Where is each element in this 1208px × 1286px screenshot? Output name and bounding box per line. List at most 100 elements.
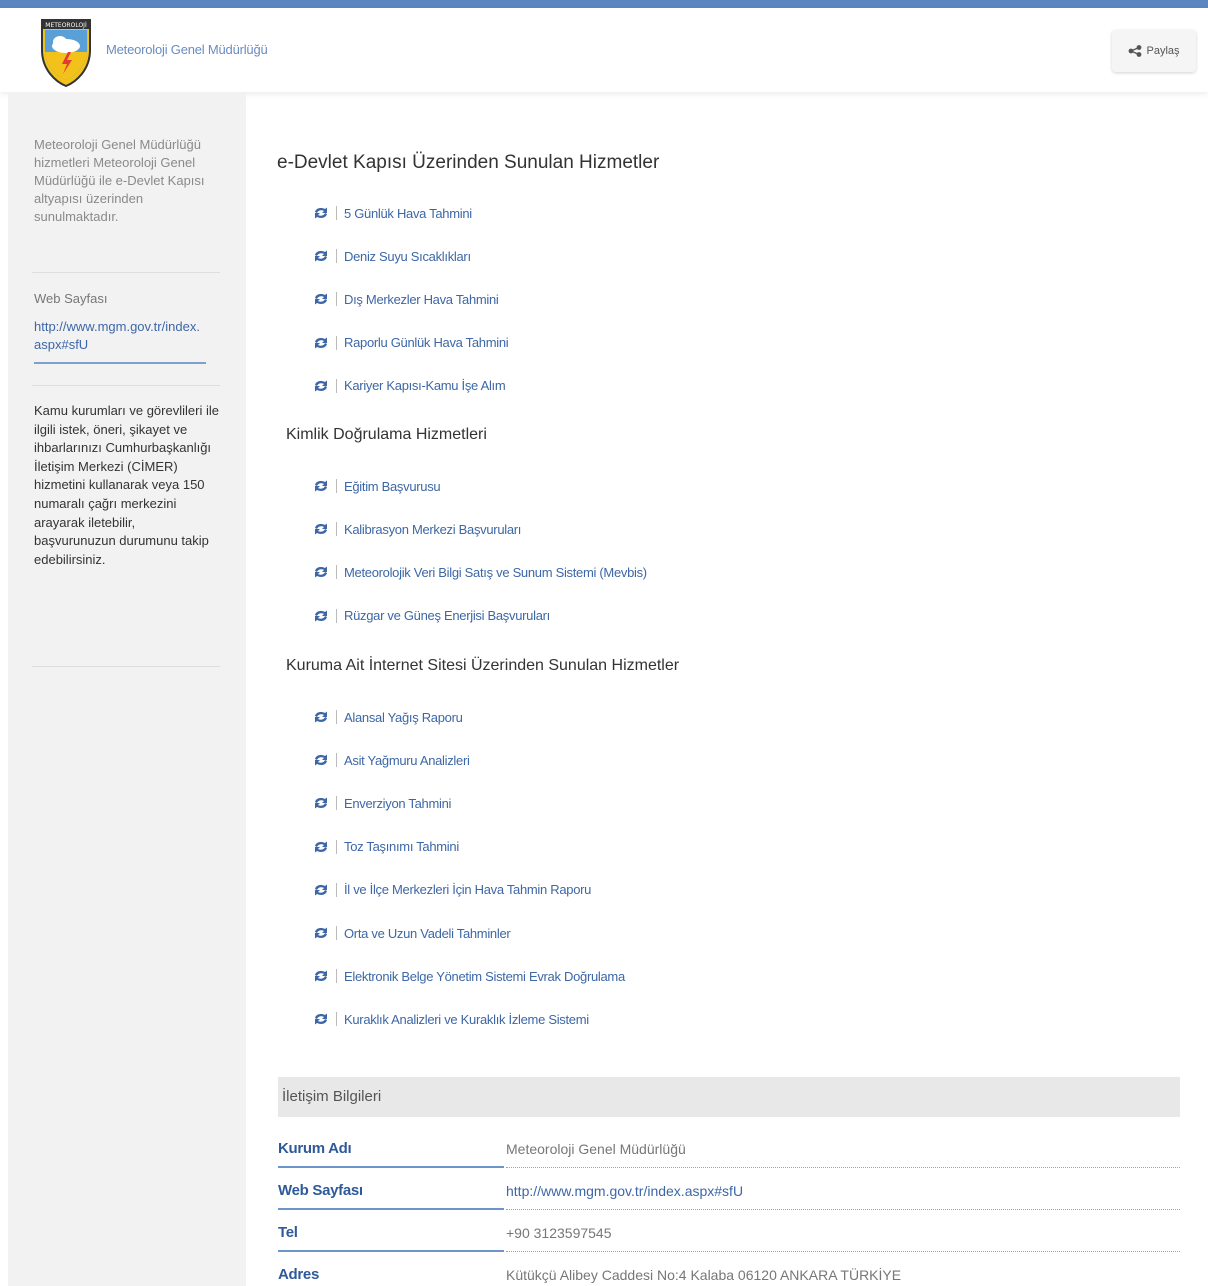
- section-title-kurum: Kuruma Ait İnternet Sitesi Üzerinden Sun…: [286, 657, 680, 674]
- refresh-icon: [312, 609, 330, 623]
- sidebar-divider: [32, 385, 220, 386]
- contact-key: Kurum Adı: [278, 1132, 504, 1168]
- sidebar-web-underline: [34, 362, 206, 364]
- refresh-icon: [312, 969, 330, 983]
- refresh-icon: [312, 379, 330, 393]
- contact-header: İletişim Bilgileri: [278, 1077, 1180, 1117]
- service-label: Rüzgar ve Güneş Enerjisi Başvuruları: [344, 608, 550, 624]
- service-link[interactable]: İl ve İlçe Merkezleri İçin Hava Tahmin R…: [312, 879, 591, 901]
- service-label: Enverziyon Tahmini: [344, 795, 452, 811]
- service-label: Alansal Yağış Raporu: [344, 709, 463, 725]
- main-content: e-Devlet Kapısı Üzerinden Sunulan Hizmet…: [246, 92, 1208, 1286]
- refresh-icon: [312, 1012, 330, 1026]
- contact-web-link[interactable]: http://www.mgm.gov.tr/index.aspx#sfU: [506, 1174, 1180, 1210]
- share-button[interactable]: Paylaş: [1112, 30, 1196, 72]
- service-link[interactable]: Eğitim Başvurusu: [312, 475, 441, 497]
- section-title-kimlik: Kimlik Doğrulama Hizmetleri: [286, 426, 487, 443]
- service-label: Dış Merkezler Hava Tahmini: [344, 291, 499, 307]
- sidebar-web-link[interactable]: http://www.mgm.gov.tr/index.aspx#sfU: [34, 318, 206, 354]
- service-label: Raporlu Günlük Hava Tahmini: [344, 335, 509, 351]
- service-label: Kuraklık Analizleri ve Kuraklık İzleme S…: [344, 1011, 589, 1027]
- separator: [336, 206, 337, 220]
- service-link[interactable]: Kuraklık Analizleri ve Kuraklık İzleme S…: [312, 1008, 589, 1030]
- separator: [336, 969, 337, 984]
- service-link[interactable]: Dış Merkezler Hava Tahmini: [312, 288, 499, 310]
- service-label: Meteorolojik Veri Bilgi Satış ve Sunum S…: [344, 564, 647, 580]
- separator: [336, 479, 337, 493]
- sidebar-cimer-info: Kamu kurumları ve görevlileri ile ilgili…: [34, 403, 219, 567]
- refresh-icon: [312, 926, 330, 940]
- service-label: Elektronik Belge Yönetim Sistemi Evrak D…: [344, 968, 625, 984]
- separator: [336, 882, 337, 897]
- share-label: Paylaş: [1146, 45, 1180, 57]
- service-link[interactable]: Meteorolojik Veri Bilgi Satış ve Sunum S…: [312, 561, 647, 583]
- service-link[interactable]: Orta ve Uzun Vadeli Tahminler: [312, 922, 511, 944]
- separator: [336, 249, 337, 264]
- sidebar-divider: [32, 666, 220, 667]
- service-link[interactable]: Alansal Yağış Raporu: [312, 706, 463, 728]
- contact-value: Meteoroloji Genel Müdürlüğü: [506, 1132, 1180, 1168]
- separator: [336, 292, 337, 307]
- refresh-icon: [312, 753, 330, 767]
- refresh-icon: [312, 710, 330, 724]
- contact-row: Web Sayfası http://www.mgm.gov.tr/index.…: [278, 1174, 1180, 1210]
- page-header: METEOROLOJİ Meteoroloji Genel Müdürlüğü …: [0, 8, 1208, 92]
- service-label: Kalibrasyon Merkezi Başvuruları: [344, 521, 522, 537]
- mgm-logo[interactable]: METEOROLOJİ: [38, 16, 94, 88]
- refresh-icon: [312, 565, 330, 579]
- service-label: Toz Taşınımı Tahmini: [344, 839, 459, 855]
- refresh-icon: [312, 479, 330, 493]
- separator: [336, 753, 337, 768]
- refresh-icon: [312, 522, 330, 536]
- sidebar-intro: Meteoroloji Genel Müdürlüğü hizmetleri M…: [34, 137, 205, 224]
- separator: [336, 335, 337, 350]
- contact-key: Web Sayfası: [278, 1174, 504, 1210]
- separator: [336, 608, 337, 623]
- service-label: Kariyer Kapısı-Kamu İşe Alım: [344, 378, 506, 394]
- contact-row: Adres Kütükçü Alibey Caddesi No:4 Kalaba…: [278, 1258, 1180, 1286]
- sidebar: Meteoroloji Genel Müdürlüğü hizmetleri M…: [8, 92, 246, 1286]
- service-label: İl ve İlçe Merkezleri İçin Hava Tahmin R…: [344, 882, 592, 898]
- separator: [336, 796, 337, 811]
- separator: [336, 1012, 337, 1027]
- sidebar-divider: [32, 272, 220, 273]
- separator: [336, 710, 337, 724]
- contact-key: Adres: [278, 1258, 504, 1286]
- service-label: Deniz Suyu Sıcaklıkları: [344, 248, 471, 264]
- refresh-icon: [312, 796, 330, 810]
- service-label: Asit Yağmuru Analizleri: [344, 752, 470, 768]
- refresh-icon: [312, 249, 330, 263]
- contact-row: Kurum Adı Meteoroloji Genel Müdürlüğü: [278, 1132, 1180, 1168]
- service-link[interactable]: Deniz Suyu Sıcaklıkları: [312, 245, 471, 267]
- service-link[interactable]: Toz Taşınımı Tahmini: [312, 836, 459, 858]
- service-link[interactable]: 5 Günlük Hava Tahmini: [312, 202, 472, 224]
- separator: [336, 926, 337, 940]
- service-link[interactable]: Kalibrasyon Merkezi Başvuruları: [312, 518, 521, 540]
- top-strip: [0, 0, 1208, 8]
- logo-text: METEOROLOJİ: [45, 22, 87, 29]
- share-icon: [1129, 45, 1142, 57]
- separator: [336, 378, 337, 393]
- separator: [336, 839, 337, 854]
- refresh-icon: [312, 206, 330, 220]
- sidebar-web-label: Web Sayfası: [34, 291, 108, 306]
- brand-name[interactable]: Meteoroloji Genel Müdürlüğü: [106, 42, 268, 57]
- service-link[interactable]: Rüzgar ve Güneş Enerjisi Başvuruları: [312, 605, 550, 627]
- contact-value: Kütükçü Alibey Caddesi No:4 Kalaba 06120…: [506, 1258, 1180, 1286]
- service-link[interactable]: Enverziyon Tahmini: [312, 792, 451, 814]
- service-link[interactable]: Asit Yağmuru Analizleri: [312, 749, 470, 771]
- service-link[interactable]: Elektronik Belge Yönetim Sistemi Evrak D…: [312, 965, 625, 987]
- contact-value: +90 3123597545: [506, 1216, 1180, 1252]
- page-title: e-Devlet Kapısı Üzerinden Sunulan Hizmet…: [277, 152, 660, 173]
- service-link[interactable]: Kariyer Kapısı-Kamu İşe Alım: [312, 375, 506, 397]
- service-link[interactable]: Raporlu Günlük Hava Tahmini: [312, 332, 509, 354]
- contact-key: Tel: [278, 1216, 504, 1252]
- service-label: Orta ve Uzun Vadeli Tahminler: [344, 925, 511, 941]
- service-label: Eğitim Başvurusu: [344, 478, 441, 494]
- separator: [336, 522, 337, 537]
- service-label: 5 Günlük Hava Tahmini: [344, 205, 472, 221]
- refresh-icon: [312, 883, 330, 897]
- refresh-icon: [312, 292, 330, 306]
- refresh-icon: [312, 336, 330, 350]
- separator: [336, 565, 337, 580]
